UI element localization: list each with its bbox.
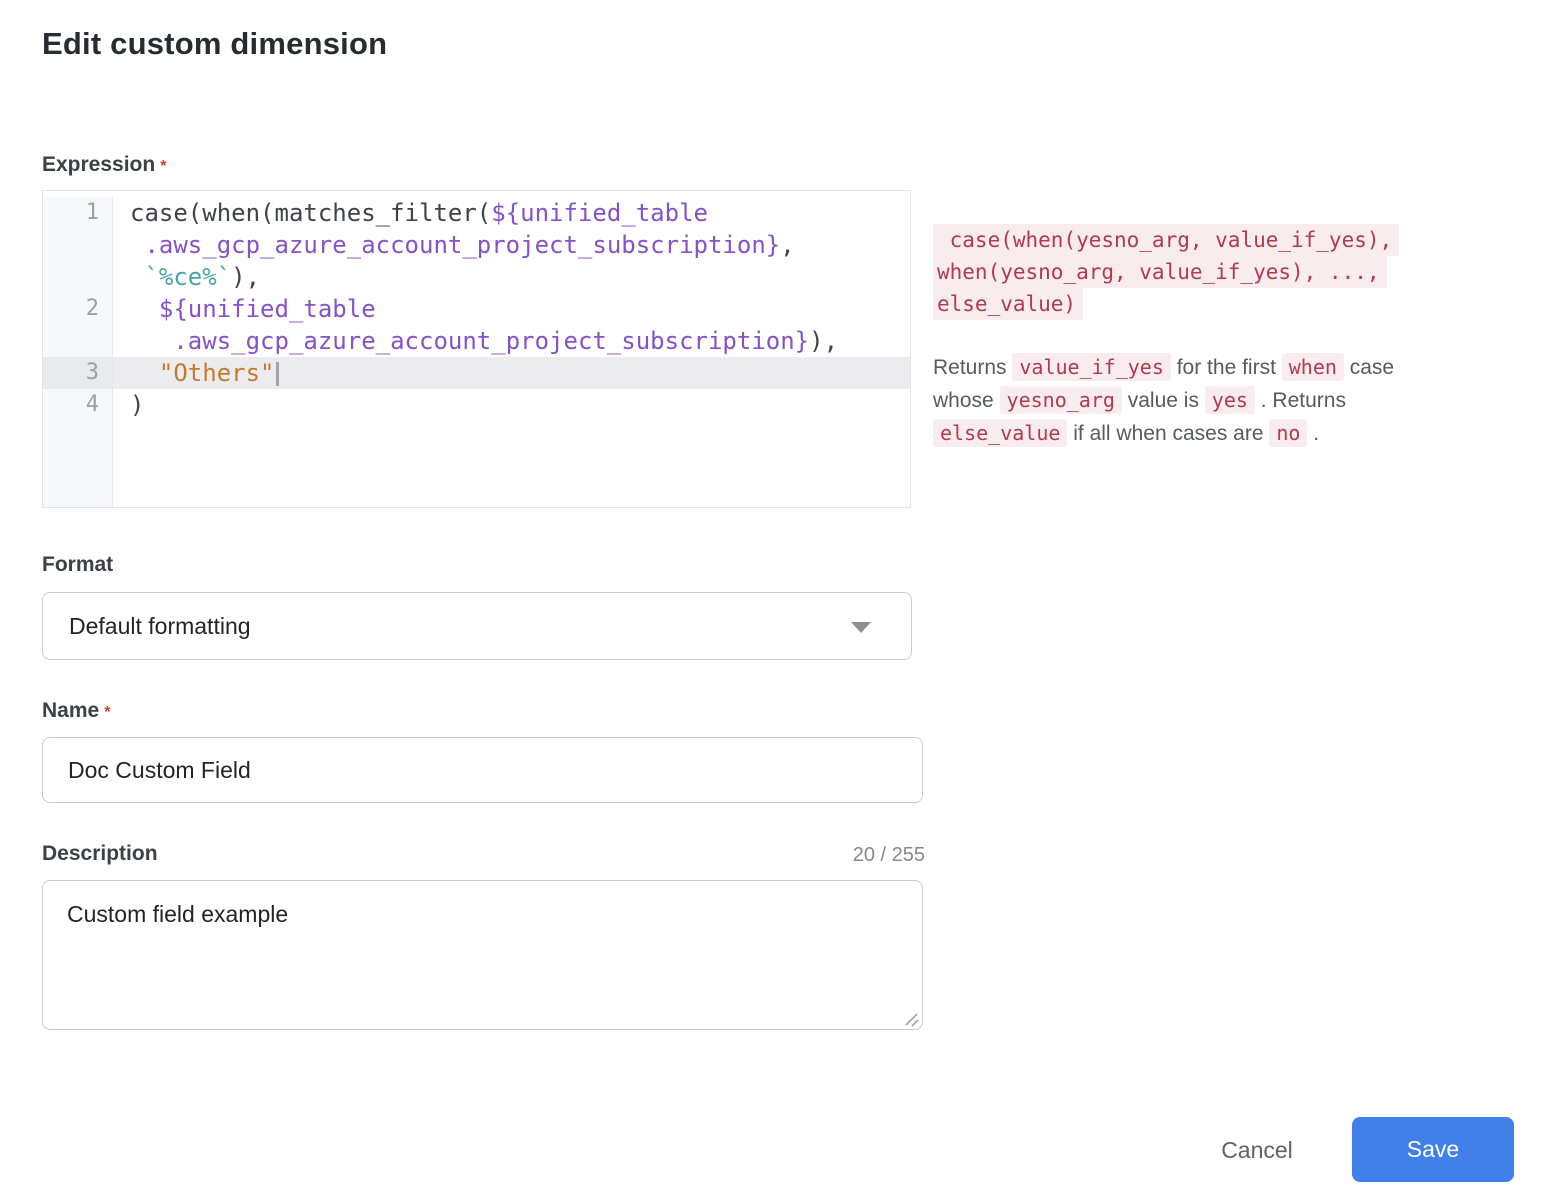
editor-row[interactable]: .aws_gcp_azure_account_project_subscript… [43, 229, 910, 261]
expression-code-editor[interactable]: 1case(when(matches_filter(${unified_tabl… [42, 190, 911, 508]
page-title: Edit custom dimension [42, 26, 387, 62]
doc-text: whose [933, 389, 1000, 412]
line-number: 4 [43, 389, 113, 421]
line-number: 1 [43, 197, 113, 229]
code-line[interactable]: case(when(matches_filter(${unified_table [113, 197, 910, 229]
doc-text: . Returns [1255, 389, 1346, 412]
doc-inline-code: yesno_arg [1000, 386, 1122, 414]
format-select-value: Default formatting [69, 613, 251, 639]
editor-row[interactable]: `%ce%`), [43, 261, 910, 293]
resize-handle-icon[interactable] [903, 1011, 919, 1027]
required-asterisk: * [104, 704, 110, 721]
editor-row[interactable]: 1case(when(matches_filter(${unified_tabl… [43, 197, 910, 229]
doc-code-text: case(when(yesno_arg, value_if_yes), [933, 224, 1399, 256]
doc-text: for the first [1171, 356, 1282, 379]
doc-inline-code: no [1269, 419, 1307, 447]
doc-code-text: else_value) [933, 288, 1083, 320]
code-line[interactable]: `%ce%`), [113, 261, 910, 293]
chevron-down-icon [851, 622, 871, 633]
doc-inline-code: else_value [933, 419, 1067, 447]
char-counter: 20 / 255 [42, 844, 925, 867]
doc-inline-code: value_if_yes [1012, 353, 1171, 381]
expression-label-text: Expression [42, 153, 155, 176]
format-label: Format [42, 553, 113, 577]
description-textarea[interactable]: Custom field example [42, 880, 923, 1030]
editor-row[interactable]: 3 "Others" [43, 357, 910, 389]
expression-label: Expression * [42, 153, 166, 177]
save-button[interactable]: Save [1352, 1117, 1514, 1182]
editor-row[interactable]: .aws_gcp_azure_account_project_subscript… [43, 325, 910, 357]
doc-code-block: case(when(yesno_arg, value_if_yes),when(… [933, 224, 1533, 320]
format-select[interactable]: Default formatting [42, 592, 912, 660]
doc-text: value is [1122, 389, 1205, 412]
required-asterisk: * [160, 158, 166, 175]
line-number: 3 [43, 357, 113, 389]
doc-text: . [1307, 422, 1319, 445]
code-line[interactable]: ) [113, 389, 910, 421]
name-label-text: Name [42, 699, 99, 722]
line-number: 2 [43, 293, 113, 325]
doc-inline-code: when [1282, 353, 1344, 381]
line-number [43, 229, 113, 261]
editor-row[interactable]: 2 ${unified_table [43, 293, 910, 325]
name-label: Name * [42, 699, 110, 723]
doc-text: case [1344, 356, 1394, 379]
cancel-button[interactable]: Cancel [1200, 1132, 1314, 1168]
name-input[interactable] [42, 737, 923, 803]
doc-text: if all when cases are [1067, 422, 1269, 445]
doc-description: Returns value_if_yes for the first when … [933, 351, 1533, 450]
editor-rows: 1case(when(matches_filter(${unified_tabl… [43, 197, 910, 507]
text-cursor [276, 362, 279, 386]
code-line[interactable]: .aws_gcp_azure_account_project_subscript… [113, 325, 910, 357]
line-number [43, 261, 113, 293]
gutter [43, 421, 113, 507]
editor-empty-area[interactable] [43, 421, 910, 507]
code-line[interactable]: .aws_gcp_azure_account_project_subscript… [113, 229, 910, 261]
code-line[interactable]: "Others" [113, 357, 910, 389]
doc-inline-code: yes [1205, 386, 1255, 414]
doc-text: Returns [933, 356, 1012, 379]
line-number [43, 325, 113, 357]
function-doc-panel: case(when(yesno_arg, value_if_yes),when(… [933, 224, 1533, 450]
editor-row[interactable]: 4) [43, 389, 910, 421]
doc-code-text: when(yesno_arg, value_if_yes), ..., [933, 256, 1387, 288]
code-line[interactable]: ${unified_table [113, 293, 910, 325]
